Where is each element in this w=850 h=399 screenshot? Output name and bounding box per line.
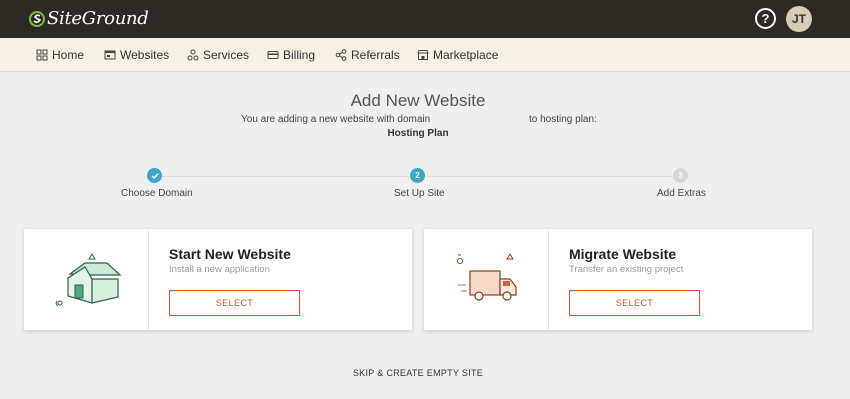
avatar[interactable]: JT [786, 6, 812, 32]
select-start-new-website-button[interactable]: SELECT [169, 290, 300, 316]
card-title: Migrate Website [569, 246, 677, 262]
card-subtitle: Install a new application [169, 264, 270, 275]
moving-truck-icon [457, 253, 517, 301]
stepper-connector [426, 176, 672, 177]
nav-label: Websites [120, 48, 170, 62]
store-icon [417, 50, 429, 60]
grid-icon [36, 49, 48, 61]
domain-intro-text: You are adding a new website with domain [241, 114, 431, 125]
credit-card-icon [267, 51, 279, 59]
help-button[interactable]: ? [755, 8, 776, 29]
share-icon [335, 49, 347, 61]
step-3-label: Add Extras [657, 188, 706, 199]
nav-label: Marketplace [433, 48, 499, 62]
step-1-label: Choose Domain [121, 188, 193, 199]
browser-window-icon [104, 50, 116, 60]
nav-item-referrals[interactable]: Referrals [335, 38, 400, 72]
nav-label: Billing [283, 48, 316, 62]
step-2-circle: 2 [410, 168, 425, 183]
card-title: Start New Website [169, 246, 291, 262]
nav-label: Services [203, 48, 250, 62]
nav-item-marketplace[interactable]: Marketplace [417, 38, 498, 72]
house-icon [55, 253, 122, 307]
card-subtitle: Transfer an existing project [569, 264, 684, 275]
start-new-website-card[interactable]: Start New Website Install a new applicat… [24, 229, 412, 330]
brand-name: SiteGround [47, 8, 149, 29]
hosting-plan-name: Hosting Plan [387, 128, 449, 139]
top-bar: SiteGround ? JT [0, 0, 850, 38]
card-divider [148, 229, 149, 330]
step-3-circle: 3 [673, 168, 688, 183]
stepper-connector [162, 176, 409, 177]
nav-item-services[interactable]: Services [187, 38, 249, 72]
page-title: Add New Website [350, 91, 486, 110]
services-icon [187, 49, 199, 61]
checkmark-icon [150, 172, 159, 179]
nav-label: Referrals [351, 48, 400, 62]
migrate-website-card[interactable]: Migrate Website Transfer an existing pro… [424, 229, 812, 330]
step-1-circle [147, 168, 162, 183]
main-nav: Home Websites Services Billing Referrals… [0, 38, 850, 72]
card-divider [548, 229, 549, 330]
nav-item-home[interactable]: Home [36, 38, 84, 72]
siteground-logo-icon [29, 10, 45, 27]
skip-create-empty-site-link[interactable]: SKIP & CREATE EMPTY SITE [0, 368, 836, 378]
nav-item-billing[interactable]: Billing [267, 38, 315, 72]
step-2-label: Set Up Site [394, 188, 445, 199]
nav-label: Home [52, 48, 85, 62]
nav-item-websites[interactable]: Websites [104, 38, 169, 72]
siteground-logo[interactable]: SiteGround [29, 8, 149, 29]
hosting-plan-text: to hosting plan: [529, 114, 597, 125]
select-migrate-website-button[interactable]: SELECT [569, 290, 700, 316]
